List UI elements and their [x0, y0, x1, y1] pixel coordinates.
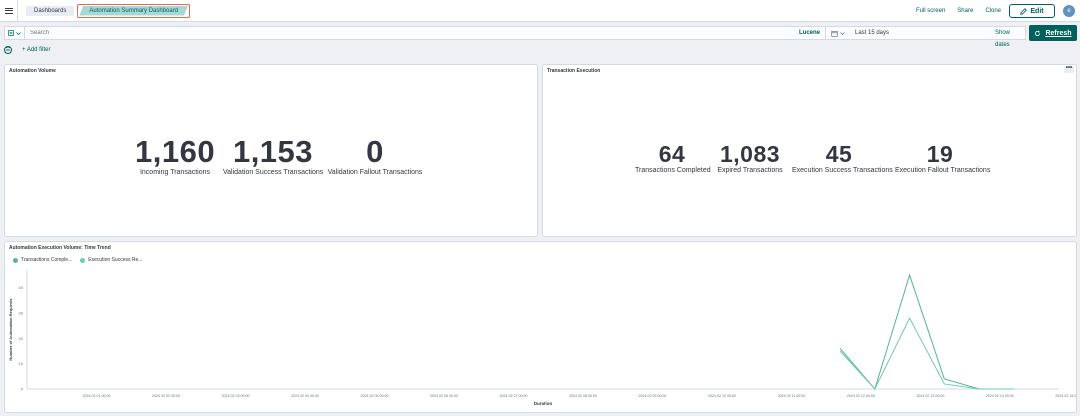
- metric-label: Execution Fallout Transactions: [895, 167, 991, 174]
- chevron-down-icon: [840, 31, 845, 35]
- automation-volume-panel: Automation Volume 1,160 Incoming Transac…: [4, 64, 538, 237]
- x-tick-label: 2024 02 05 00:00: [360, 394, 388, 398]
- y-tick-label: 30: [19, 311, 24, 316]
- refresh-icon: [1035, 29, 1041, 36]
- y-axis-label: Number of Automation Requests: [8, 298, 13, 361]
- header-actions: Full screen Share Clone Edit e: [916, 0, 1080, 22]
- show-dates-link[interactable]: Show dates: [995, 27, 1025, 48]
- transaction-execution-panel: Transaction Execution ••• 64 Transaction…: [542, 64, 1077, 237]
- search-input[interactable]: [30, 30, 770, 36]
- refresh-button[interactable]: Refresh: [1029, 25, 1077, 41]
- filter-bar: ☰ + Add filter: [4, 45, 51, 55]
- x-tick-label: 2024 02 03 00:00: [221, 394, 249, 398]
- x-tick-label: 2024 02 14 00:00: [986, 394, 1014, 398]
- time-trend-panel: Automation Execution Volume: Time Trend …: [4, 241, 1077, 413]
- top-header: Dashboards Automation Summary Dashboard …: [0, 0, 1080, 22]
- pencil-icon: [1020, 7, 1028, 15]
- metric-expired-transactions: 1,083 Expired Transactions: [715, 141, 785, 174]
- metric-value: 1,160: [135, 134, 216, 169]
- breadcrumb: Dashboards Automation Summary Dashboard: [26, 3, 191, 18]
- x-tick-label: 2024 02 10 00:00: [708, 394, 736, 398]
- breadcrumb-dashboards[interactable]: Dashboards: [26, 5, 75, 16]
- x-tick-label: 2024 02 15 00:00: [1055, 394, 1076, 398]
- x-tick-label: 2024 02 13 00:00: [916, 394, 944, 398]
- chevron-down-icon: [16, 31, 21, 35]
- date-quick-menu-button[interactable]: [831, 27, 845, 39]
- x-axis-label: Duration: [534, 401, 553, 406]
- metric-value: 64: [658, 141, 686, 167]
- y-tick-label: 0: [21, 387, 24, 392]
- panel-title: Transaction Execution: [547, 68, 601, 74]
- metric-validation-success: 1,153 Validation Success Transactions: [223, 134, 324, 177]
- x-tick-label: 2024 02 09 00:00: [638, 394, 666, 398]
- metric-label: Validation Fallout Transactions: [327, 169, 423, 176]
- metric-value: 1,083: [719, 141, 781, 167]
- metric-transactions-completed: 64 Transactions Completed: [635, 141, 711, 174]
- calendar-icon: [831, 30, 838, 37]
- x-tick-label: 2024 02 06 00:00: [430, 394, 458, 398]
- user-avatar[interactable]: e: [1063, 5, 1075, 17]
- series-line-1: [839, 273, 1014, 391]
- x-tick-label: 2024 02 08 00:00: [569, 394, 597, 398]
- x-tick-label: 2024 02 07 00:00: [499, 394, 527, 398]
- metric-value: 1,153: [232, 134, 314, 169]
- metric-label: Expired Transactions: [717, 167, 783, 174]
- add-filter-button[interactable]: + Add filter: [22, 47, 51, 53]
- saved-query-icon: [8, 30, 14, 36]
- panel-options-button[interactable]: •••: [1064, 65, 1074, 73]
- metric-execution-success: 45 Execution Success Transactions: [792, 141, 893, 174]
- time-trend-chart: 0 10 20 30 40 2024 02 01 00:00 2024 02 02 00:0…: [8, 270, 1076, 406]
- x-tick-label: 2024 02 11 00:00: [778, 394, 806, 398]
- panel-title: Automation Volume: [9, 68, 56, 74]
- y-tick-label: 10: [19, 361, 24, 366]
- metric-label: Validation Success Transactions: [223, 169, 324, 176]
- query-bar: Lucene Last 15 days Show dates: [4, 26, 1026, 48]
- metric-value: 19: [926, 141, 954, 167]
- metric-value: 0: [366, 134, 384, 169]
- metric-incoming-transactions: 1,160 Incoming Transactions: [135, 134, 216, 177]
- x-tick-label: 2024 02 04 00:00: [291, 394, 319, 398]
- clone-link[interactable]: Clone: [985, 8, 1001, 14]
- x-tick-label: 2024 02 01 00:00: [83, 394, 111, 398]
- metric-label: Execution Success Transactions: [792, 167, 893, 174]
- y-tick-label: 40: [19, 285, 24, 290]
- saved-query-button[interactable]: [5, 27, 25, 39]
- date-range-display[interactable]: Last 15 days: [855, 27, 889, 39]
- y-tick-label: 20: [19, 336, 24, 341]
- metric-value: 45: [825, 141, 853, 167]
- full-screen-link[interactable]: Full screen: [916, 8, 945, 14]
- x-tick-label: 2024 02 12 00:00: [847, 394, 875, 398]
- hamburger-icon: [4, 7, 13, 14]
- metric-execution-fallout: 19 Execution Fallout Transactions: [895, 141, 991, 174]
- edit-button-label: Edit: [1030, 7, 1044, 15]
- menu-toggle-button[interactable]: [0, 0, 18, 22]
- share-link[interactable]: Share: [957, 8, 973, 14]
- metric-validation-fallout: 0 Validation Fallout Transactions: [325, 134, 425, 177]
- divider: [825, 27, 826, 39]
- edit-button[interactable]: Edit: [1009, 4, 1055, 18]
- refresh-button-label: Refresh: [1045, 29, 1072, 37]
- query-language-toggle[interactable]: Lucene: [799, 27, 820, 39]
- filter-options-icon[interactable]: ☰: [4, 46, 12, 54]
- metric-label: Transactions Completed: [635, 167, 711, 174]
- breadcrumb-current-dashboard[interactable]: Automation Summary Dashboard: [79, 6, 188, 16]
- metric-label: Incoming Transactions: [139, 169, 211, 176]
- breadcrumb-current-highlight: Automation Summary Dashboard: [77, 3, 191, 18]
- x-tick-label: 2024 02 02 00:00: [152, 394, 180, 398]
